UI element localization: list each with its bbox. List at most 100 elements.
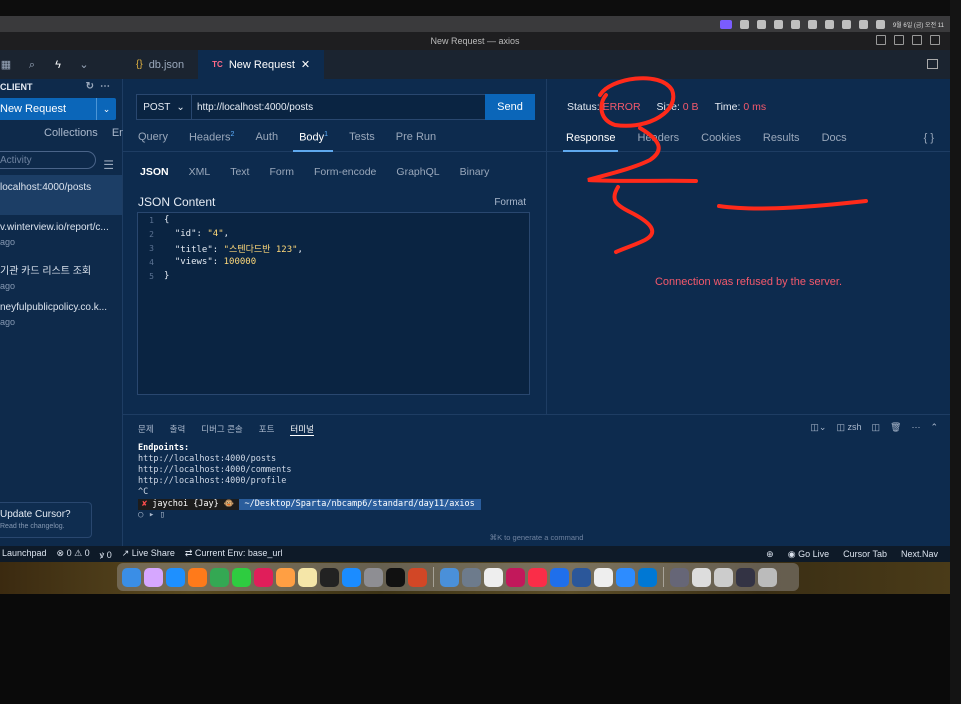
tab-auth[interactable]: Auth <box>255 131 278 144</box>
tab-tests[interactable]: Tests <box>349 131 375 144</box>
menu-icon[interactable] <box>756 19 766 29</box>
zoom-icon[interactable] <box>616 567 635 587</box>
chevron-up-icon[interactable]: ⌃ <box>930 422 938 433</box>
minimized-window-icon[interactable] <box>714 567 733 587</box>
method-select[interactable]: POST ⌄ <box>137 95 192 119</box>
app-icon[interactable] <box>594 567 613 587</box>
terminal-icon[interactable] <box>320 567 339 587</box>
thunder-client-icon[interactable]: ϟ <box>52 59 64 71</box>
cursor-app-icon[interactable] <box>386 567 405 587</box>
ports-item[interactable]: ꝟ 0 <box>100 548 112 561</box>
tab-terminal[interactable]: 터미널 <box>290 423 314 436</box>
finder-icon[interactable] <box>122 567 141 587</box>
app-icon[interactable] <box>550 567 569 587</box>
system-settings-icon[interactable] <box>364 567 383 587</box>
refresh-icon[interactable]: ↻ <box>86 81 100 92</box>
filter-menu-icon[interactable]: ☰ <box>103 158 114 172</box>
cursor-tab-item[interactable]: Cursor Tab <box>843 549 887 560</box>
go-live-item[interactable]: ◉ Go Live <box>788 549 829 560</box>
list-item[interactable]: localhost:4000/posts <box>0 175 122 215</box>
tab-ports[interactable]: 포트 <box>259 423 275 436</box>
tab-prerun[interactable]: Pre Run <box>396 131 436 144</box>
trash-icon[interactable] <box>758 567 777 587</box>
tab-body[interactable]: Body1 <box>299 131 328 144</box>
more-icon[interactable]: ⋯ <box>911 422 920 433</box>
tab-docs[interactable]: Docs <box>822 132 847 144</box>
music-icon[interactable] <box>528 567 547 587</box>
new-terminal-icon[interactable]: ◫⌄ <box>810 422 826 433</box>
chevron-down-icon[interactable]: ⌄ <box>78 59 90 71</box>
braces-icon[interactable]: { } <box>924 132 934 144</box>
json-editor[interactable]: 1{ 2 "id": "4", 3 "title": "스텐다드반 123", … <box>137 212 530 395</box>
menu-icon[interactable] <box>739 19 749 29</box>
toggle-secondary-sidebar-icon[interactable] <box>912 35 922 45</box>
format-button[interactable]: Format <box>494 197 526 208</box>
wifi-icon[interactable] <box>841 19 851 29</box>
tab-debug-console[interactable]: 디버그 콘솔 <box>201 423 242 436</box>
menu-icon[interactable] <box>773 19 783 29</box>
split-editor-icon[interactable] <box>927 59 938 69</box>
control-center-icon[interactable] <box>875 19 885 29</box>
safari-icon[interactable] <box>166 567 185 587</box>
trash-icon[interactable]: 🗑 <box>890 422 901 433</box>
minimized-window-icon[interactable] <box>670 567 689 587</box>
spotlight-icon[interactable] <box>858 19 868 29</box>
menu-icon[interactable] <box>790 19 800 29</box>
vscode-icon[interactable] <box>638 567 657 587</box>
preview-icon[interactable] <box>462 567 481 587</box>
tab-output[interactable]: 출력 <box>170 423 186 436</box>
notion-icon[interactable] <box>484 567 503 587</box>
tab-new-request[interactable]: TC New Request ✕ <box>198 50 325 79</box>
chevron-down-icon[interactable]: ⌄ <box>96 98 116 120</box>
input-source-icon[interactable] <box>824 19 834 29</box>
tab-results[interactable]: Results <box>763 132 800 144</box>
activity-search-input[interactable]: Activity <box>0 151 96 169</box>
terminal-shell-select[interactable]: ◫ zsh <box>836 422 861 433</box>
send-button[interactable]: Send <box>485 94 535 120</box>
list-item[interactable]: neyfulpublicpolicy.co.k... ago <box>0 295 122 335</box>
next-nav-item[interactable]: Next.Nav <box>901 549 938 560</box>
launchpad-item[interactable]: Launchpad <box>2 548 47 561</box>
problems-item[interactable]: ⊗ 0 ⚠ 0 <box>57 548 90 561</box>
terminal-input[interactable]: ○ ▸ ▯ <box>138 510 165 520</box>
photos-icon[interactable] <box>276 567 295 587</box>
body-type-text[interactable]: Text <box>230 166 249 178</box>
more-icon[interactable]: ⋯ <box>100 81 116 92</box>
app-icon[interactable] <box>506 567 525 587</box>
close-icon[interactable]: ✕ <box>301 58 310 71</box>
toggle-sidebar-icon[interactable] <box>876 35 886 45</box>
body-type-form-encode[interactable]: Form-encode <box>314 166 376 178</box>
body-type-xml[interactable]: XML <box>189 166 211 178</box>
list-item[interactable]: v.winterview.io/report/c... ago <box>0 215 122 255</box>
body-type-form[interactable]: Form <box>269 166 294 178</box>
update-subtitle[interactable]: Read the changelog. <box>0 523 91 530</box>
launchpad-icon[interactable] <box>144 567 163 587</box>
minimized-window-icon[interactable] <box>736 567 755 587</box>
tab-headers[interactable]: Headers2 <box>189 131 234 144</box>
tab-problems[interactable]: 문제 <box>138 423 154 436</box>
env-item[interactable]: ⇄ Current Env: base_url <box>185 548 283 561</box>
app-store-icon[interactable] <box>342 567 361 587</box>
tab-response-headers[interactable]: Headers <box>638 132 680 144</box>
word-icon[interactable] <box>572 567 591 587</box>
notes-icon[interactable] <box>298 567 317 587</box>
explorer-icon[interactable]: ▦ <box>0 59 12 71</box>
slack-icon[interactable] <box>254 567 273 587</box>
list-item[interactable]: 기관 카드 리스트 조회 ago <box>0 255 122 295</box>
tab-query[interactable]: Query <box>138 131 168 144</box>
search-icon[interactable]: ⌕ <box>26 59 38 71</box>
body-type-json[interactable]: JSON <box>140 166 169 178</box>
url-input[interactable]: http://localhost:4000/posts <box>192 102 485 113</box>
tab-response[interactable]: Response <box>566 132 616 144</box>
tab-collections[interactable]: Collections <box>44 127 98 139</box>
chrome-icon[interactable] <box>210 567 229 587</box>
update-cursor-card[interactable]: Update Cursor? Read the changelog. <box>0 502 92 538</box>
minimized-window-icon[interactable] <box>692 567 711 587</box>
tab-cookies[interactable]: Cookies <box>701 132 741 144</box>
menubar-clock[interactable]: 9월 6일 (금) 오전 11 <box>893 20 944 29</box>
tab-db-json[interactable]: {} db.json <box>122 50 198 79</box>
quicktime-icon[interactable] <box>440 567 459 587</box>
bluetooth-icon[interactable] <box>807 19 817 29</box>
new-request-button[interactable]: New Request ⌄ <box>0 98 116 120</box>
firefox-icon[interactable] <box>188 567 207 587</box>
